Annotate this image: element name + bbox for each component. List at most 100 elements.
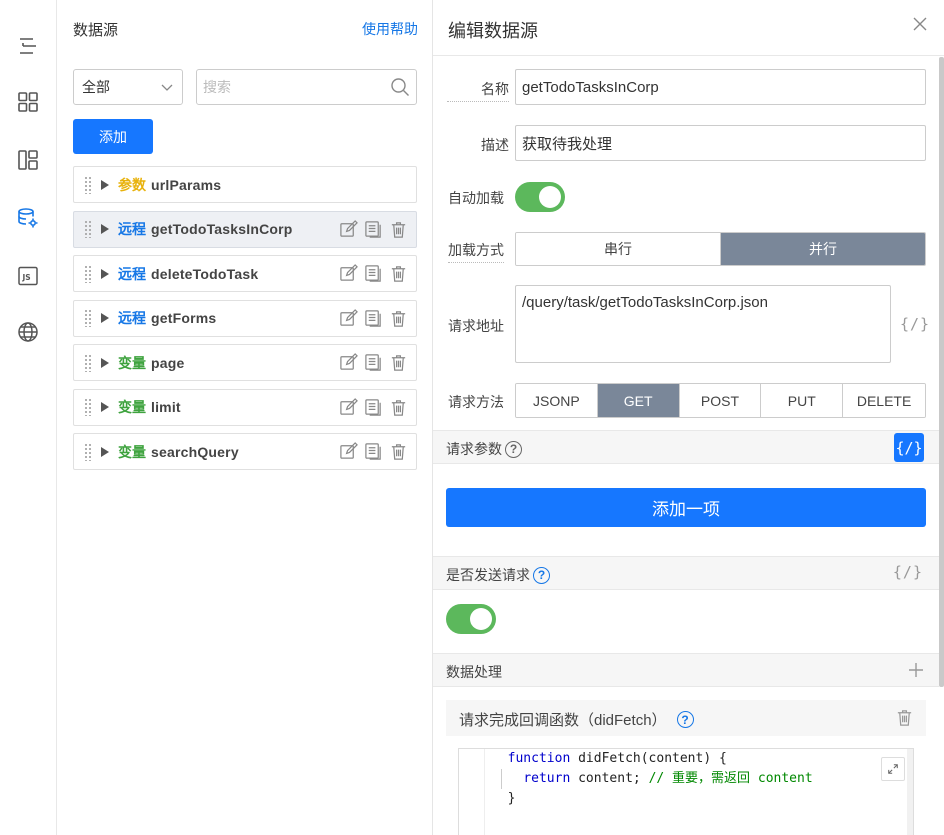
help-link[interactable]: 使用帮助	[362, 19, 418, 39]
drag-handle-icon[interactable]	[84, 220, 92, 238]
method-option-delete[interactable]: DELETE	[843, 384, 925, 417]
indent-guide	[501, 769, 502, 789]
load-mode-option[interactable]: 串行	[516, 233, 721, 265]
datasource-settings-icon[interactable]	[13, 203, 43, 233]
caret-right-icon[interactable]	[101, 357, 109, 368]
caret-right-icon[interactable]	[101, 268, 109, 279]
add-param-button[interactable]: 添加一项	[446, 488, 926, 527]
globe-i18n-icon[interactable]	[13, 317, 43, 347]
expand-icon[interactable]	[881, 757, 905, 781]
datasource-item-getTodoTasksInCorp[interactable]: 远程 getTodoTasksInCorp	[73, 210, 417, 248]
code-scrollbar[interactable]	[907, 749, 913, 835]
datasource-item-limit[interactable]: 变量 limit	[73, 388, 417, 426]
search-icon[interactable]	[390, 77, 410, 97]
caret-right-icon[interactable]	[101, 446, 109, 457]
datasource-name: limit	[151, 399, 181, 415]
code-line: function didFetch(content) {	[492, 749, 913, 769]
editor-header: 编辑数据源	[433, 0, 944, 56]
description-label: 描述	[481, 137, 509, 153]
datasource-type: 远程	[118, 310, 146, 326]
drag-handle-icon[interactable]	[84, 309, 92, 327]
name-label: 名称	[447, 79, 509, 102]
code-gutter	[459, 749, 485, 835]
code-line: return content; // 重要，需返回 content	[492, 769, 913, 789]
datasource-item-deleteTodoTask[interactable]: 远程 deleteTodoTask	[73, 255, 417, 292]
trash-icon[interactable]	[389, 264, 408, 286]
trash-icon[interactable]	[895, 708, 914, 727]
layout-panel-icon[interactable]	[13, 145, 43, 175]
help-circle-icon[interactable]: ?	[533, 566, 550, 584]
edit-icon[interactable]	[339, 353, 358, 375]
params-expression-button[interactable]: {/}	[894, 433, 924, 462]
trash-icon[interactable]	[389, 309, 408, 331]
description-input[interactable]	[515, 125, 926, 161]
edit-icon[interactable]	[339, 264, 358, 286]
edit-icon[interactable]	[339, 219, 358, 242]
datasource-item-getForms[interactable]: 远程 getForms	[73, 299, 417, 337]
caret-right-icon[interactable]	[101, 179, 109, 190]
url-expression-toggle[interactable]: {/}	[900, 315, 930, 333]
copy-icon[interactable]	[364, 264, 383, 286]
datasource-name: deleteTodoTask	[151, 265, 259, 282]
method-option-post[interactable]: POST	[679, 384, 762, 417]
drag-handle-icon[interactable]	[84, 442, 92, 461]
components-grid-icon[interactable]	[13, 87, 43, 117]
send-request-section-title: 是否发送请求 ?	[446, 565, 550, 585]
method-label: 请求方法	[448, 394, 504, 410]
datasource-list: 参数 urlParams 远程 getTodoTasksInCorp 远程 deleteT…	[73, 166, 417, 478]
datasource-item-searchQuery[interactable]: 变量 searchQuery	[73, 433, 417, 470]
code-keyword: return	[523, 771, 571, 786]
copy-icon[interactable]	[364, 442, 383, 464]
code-editor[interactable]: function didFetch(content) { return cont…	[458, 748, 914, 835]
load-mode-option[interactable]: 并行	[721, 233, 925, 265]
load-mode-segment: 串行 并行	[515, 232, 926, 266]
add-datasource-button[interactable]: 添加	[73, 119, 153, 154]
caret-right-icon[interactable]	[101, 313, 109, 323]
drag-handle-icon[interactable]	[84, 264, 92, 283]
code-line: }	[492, 789, 913, 809]
datasource-item-page[interactable]: 变量 page	[73, 344, 417, 381]
edit-icon[interactable]	[339, 442, 358, 464]
caret-right-icon[interactable]	[101, 224, 109, 234]
method-option-jsonp[interactable]: JSONP	[516, 384, 598, 417]
name-input[interactable]	[515, 69, 926, 105]
send-request-expression-toggle[interactable]: {/}	[893, 563, 923, 581]
drag-handle-icon[interactable]	[84, 353, 92, 372]
trash-icon[interactable]	[389, 442, 408, 464]
autoload-toggle[interactable]	[515, 182, 565, 212]
editor-title: 编辑数据源	[448, 21, 538, 41]
filter-select-value: 全部	[82, 79, 110, 95]
datasource-name: searchQuery	[151, 443, 239, 460]
method-option-get[interactable]: GET	[597, 384, 680, 417]
chevron-down-icon	[161, 84, 173, 91]
help-circle-icon[interactable]: ?	[505, 440, 522, 458]
copy-icon[interactable]	[364, 309, 383, 331]
search-input[interactable]	[197, 70, 390, 104]
datasource-name: urlParams	[151, 176, 222, 193]
js-code-icon[interactable]: JS	[13, 261, 43, 291]
filter-select[interactable]: 全部	[73, 69, 183, 105]
outline-tree-icon[interactable]	[13, 31, 43, 61]
method-option-put[interactable]: PUT	[761, 384, 844, 417]
send-request-toggle[interactable]	[446, 604, 496, 634]
trash-icon[interactable]	[389, 353, 408, 375]
datasource-item-urlParams[interactable]: 参数 urlParams	[73, 166, 417, 203]
search-box	[196, 69, 417, 105]
plus-icon[interactable]	[907, 661, 925, 679]
drag-handle-icon[interactable]	[84, 398, 92, 416]
editor-scrollbar[interactable]	[939, 57, 944, 687]
edit-icon[interactable]	[339, 397, 358, 420]
copy-icon[interactable]	[364, 398, 383, 420]
caret-right-icon[interactable]	[101, 402, 109, 412]
datasource-type: 变量	[118, 354, 146, 371]
url-textarea[interactable]	[515, 285, 891, 363]
trash-icon[interactable]	[389, 220, 408, 242]
trash-icon[interactable]	[389, 398, 408, 420]
edit-icon[interactable]	[339, 308, 358, 331]
copy-icon[interactable]	[364, 353, 383, 375]
copy-icon[interactable]	[364, 220, 383, 242]
help-circle-icon[interactable]: ?	[676, 711, 694, 728]
drag-handle-icon[interactable]	[84, 175, 92, 194]
close-icon[interactable]	[910, 14, 930, 34]
datasource-actions	[339, 264, 408, 286]
